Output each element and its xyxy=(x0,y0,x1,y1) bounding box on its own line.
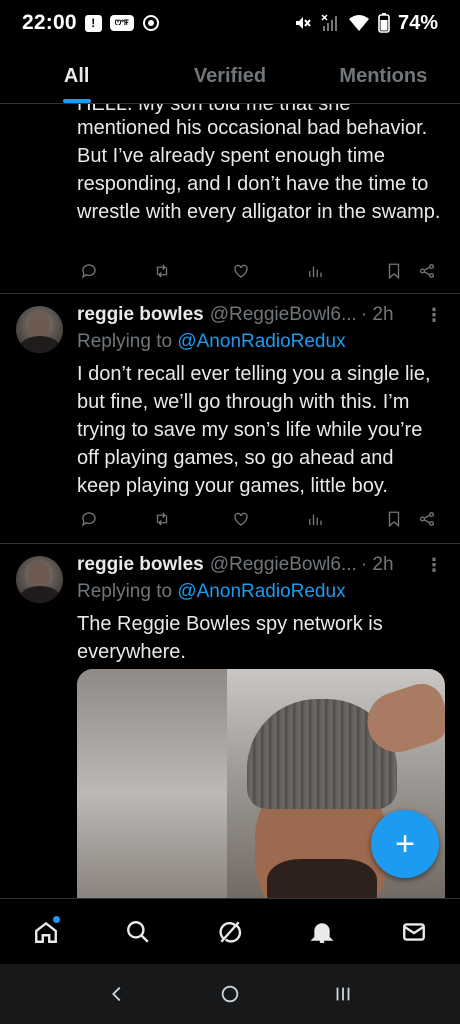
nav-search[interactable] xyxy=(118,912,158,952)
notification-tabs: All Verified Mentions xyxy=(0,50,460,104)
tweet-item[interactable]: reggie bowles @ReggieBowl6... · 2h ⋮ Rep… xyxy=(0,294,460,544)
replying-prefix: Replying to xyxy=(77,581,173,602)
tweet-text: I don’t recall ever telling you a single… xyxy=(77,363,431,497)
active-tab-indicator xyxy=(62,99,91,103)
bell-icon xyxy=(310,922,334,943)
share-icon[interactable] xyxy=(415,507,439,531)
system-back-button[interactable] xyxy=(97,974,137,1014)
nav-home[interactable] xyxy=(26,912,66,952)
views-icon[interactable] xyxy=(303,259,327,283)
tweet-time: · 2h xyxy=(360,554,394,575)
views-icon[interactable] xyxy=(303,507,327,531)
recents-icon xyxy=(336,987,350,1001)
tweet-header: reggie bowles @ReggieBowl6... · 2h ⋮ xyxy=(77,302,443,328)
avatar[interactable] xyxy=(16,306,63,353)
tweet-text: The Reggie Bowles spy network is everywh… xyxy=(77,613,383,663)
status-time: 22:00 xyxy=(22,11,77,34)
tab-mentions-label: Mentions xyxy=(339,65,428,87)
avatar-shoulders xyxy=(20,586,60,603)
tab-verified-label: Verified xyxy=(193,65,267,87)
retweet-icon[interactable] xyxy=(150,259,174,283)
back-chevron-icon xyxy=(111,986,121,1002)
tweet-actions xyxy=(77,259,442,283)
mute-icon xyxy=(292,13,312,33)
reply-icon[interactable] xyxy=(77,259,101,283)
more-options-icon[interactable]: ⋮ xyxy=(425,555,443,576)
battery-percent: 74% xyxy=(397,11,438,34)
system-recents-button[interactable] xyxy=(323,974,363,1014)
wifi-icon xyxy=(348,14,370,32)
tweet-header: reggie bowles @ReggieBowl6... · 2h ⋮ xyxy=(77,552,443,578)
retweet-icon[interactable] xyxy=(150,507,174,531)
bookmark-icon[interactable] xyxy=(382,507,406,531)
nav-grok[interactable] xyxy=(210,912,250,952)
bookmark-icon[interactable] xyxy=(382,259,406,283)
replying-to: Replying to @AnonRadioRedux xyxy=(77,581,346,603)
app-notification-icon: ꯁꯦꯝ xyxy=(109,15,134,31)
replying-to-link[interactable]: @AnonRadioRedux xyxy=(177,581,345,602)
share-icon[interactable] xyxy=(415,259,439,283)
nav-notifications[interactable] xyxy=(302,912,342,952)
author-name[interactable]: reggie bowles xyxy=(77,304,204,326)
like-icon[interactable] xyxy=(229,259,253,283)
notification-alert-icon: ! xyxy=(84,14,102,32)
media-beard xyxy=(267,859,377,898)
tweet-actions xyxy=(77,507,442,531)
replying-to: Replying to @AnonRadioRedux xyxy=(77,331,346,353)
replying-to-link[interactable]: @AnonRadioRedux xyxy=(177,331,345,352)
avatar-shoulders xyxy=(20,336,60,353)
camera-ring-icon xyxy=(142,14,160,32)
home-circle-icon xyxy=(221,985,239,1003)
author-handle[interactable]: @ReggieBowl6... xyxy=(210,554,357,576)
system-nav-bar xyxy=(0,964,460,1024)
bottom-nav xyxy=(0,898,460,964)
mail-icon xyxy=(403,922,425,941)
plus-icon: + xyxy=(395,824,415,863)
avatar[interactable] xyxy=(16,556,63,603)
replying-prefix: Replying to xyxy=(77,331,173,352)
nav-messages[interactable] xyxy=(394,912,434,952)
author-handle[interactable]: @ReggieBowl6... xyxy=(210,304,357,326)
author-name[interactable]: reggie bowles xyxy=(77,554,204,576)
tab-all[interactable]: All xyxy=(0,50,153,103)
battery-icon xyxy=(378,13,390,33)
system-home-button[interactable] xyxy=(210,974,250,1014)
search-icon xyxy=(127,920,149,943)
tab-verified[interactable]: Verified xyxy=(153,50,306,103)
status-bar: 22:00 ! ꯁꯦꯝ 74% xyxy=(0,0,460,46)
grok-icon xyxy=(219,920,242,943)
home-unread-dot xyxy=(53,915,60,923)
feed[interactable]: HELL. My son told me that she mentioned … xyxy=(0,104,460,898)
tab-mentions[interactable]: Mentions xyxy=(307,50,460,103)
tweet-time: · 2h xyxy=(360,304,394,325)
tweet-text: mentioned his occasional bad behavior. B… xyxy=(77,117,441,223)
tweet-item[interactable]: HELL. My son told me that she mentioned … xyxy=(0,104,460,294)
reply-icon[interactable] xyxy=(77,507,101,531)
signal-icon xyxy=(320,13,340,33)
tab-all-label: All xyxy=(63,65,90,87)
compose-button[interactable]: + xyxy=(371,810,439,878)
media-background xyxy=(77,669,227,898)
like-icon[interactable] xyxy=(229,507,253,531)
more-options-icon[interactable]: ⋮ xyxy=(425,305,443,326)
